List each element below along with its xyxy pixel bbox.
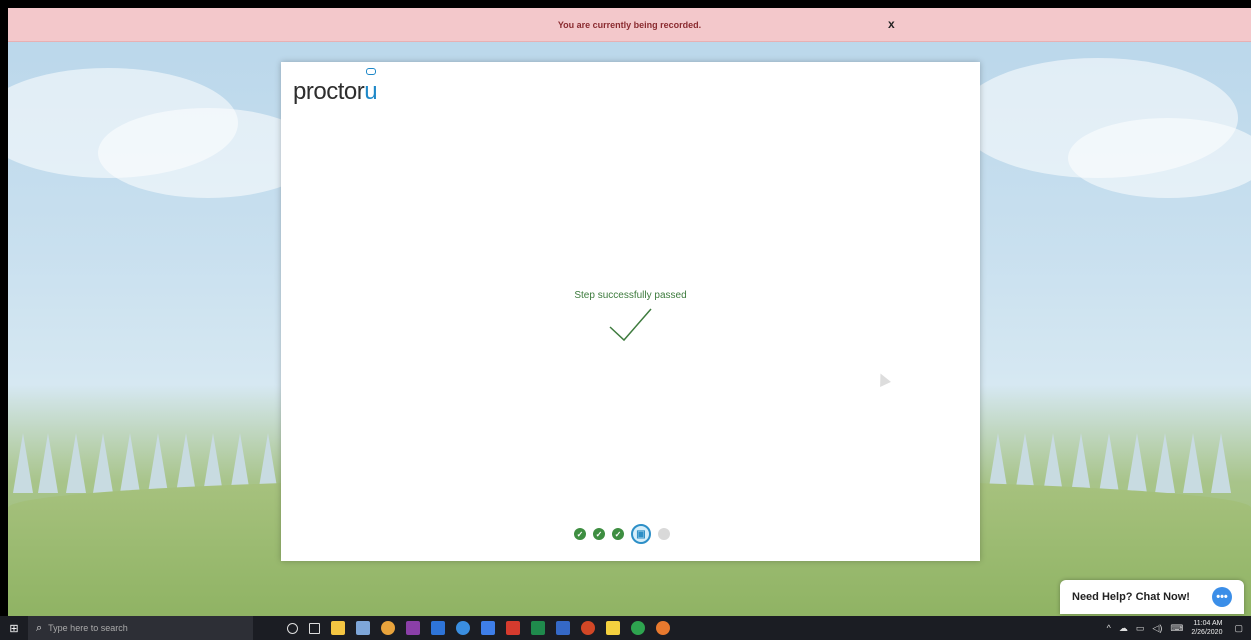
taskbar-clock[interactable]: 11:04 AM 2/26/2020 xyxy=(1191,619,1222,637)
network-icon[interactable]: ▭ xyxy=(1136,623,1145,634)
app-blue-icon[interactable] xyxy=(431,621,445,635)
step-2-complete-icon: ✓ xyxy=(593,528,605,540)
acrobat-icon[interactable] xyxy=(506,621,520,635)
clock-time: 11:04 AM xyxy=(1193,620,1223,627)
step-progress-indicator: ✓ ✓ ✓ ▣ xyxy=(574,524,670,544)
task-view-icon[interactable] xyxy=(309,622,320,634)
notifications-icon[interactable]: ▢ xyxy=(1234,623,1243,634)
step-1-complete-icon: ✓ xyxy=(574,528,586,540)
onenote-icon[interactable] xyxy=(406,621,420,635)
logo-text: proctor xyxy=(293,78,365,105)
hangouts-icon[interactable] xyxy=(631,621,645,635)
chat-label: Need Help? Chat Now! xyxy=(1072,591,1190,603)
owl-icon xyxy=(366,68,377,75)
app-circle-icon[interactable] xyxy=(456,621,470,635)
search-placeholder: Type here to search xyxy=(48,623,128,633)
system-tray: ^ ☁ ▭ ◁) ⌨ 11:04 AM 2/26/2020 ▢ xyxy=(1107,616,1251,640)
step-5-pending-icon xyxy=(658,528,670,540)
windows-start-icon[interactable]: ⊞ xyxy=(0,616,28,640)
sticky-notes-icon[interactable] xyxy=(606,621,620,635)
chat-bubble-icon: ••• xyxy=(1212,587,1232,607)
file-explorer-icon[interactable] xyxy=(331,621,345,635)
close-banner-button[interactable]: x xyxy=(888,17,895,31)
cortana-icon[interactable] xyxy=(287,622,298,634)
todo-icon[interactable] xyxy=(481,621,495,635)
clock-date: 2/26/2020 xyxy=(1191,629,1223,636)
step-status-text: Step successfully passed xyxy=(574,290,687,301)
step-4-current-id-card-icon: ▣ xyxy=(631,524,651,544)
keyboard-icon[interactable]: ⌨ xyxy=(1170,623,1183,634)
recording-banner: You are currently being recorded. x xyxy=(8,8,1251,42)
windows-taskbar: ⊞ ⌕ Type here to search ^ ☁ ▭ ◁) ⌨ 11:04… xyxy=(0,616,1251,640)
powerpoint-icon[interactable] xyxy=(581,621,595,635)
tree-line-left xyxy=(8,403,288,493)
step-3-complete-icon: ✓ xyxy=(612,528,624,540)
proctoru-logo: proctor u xyxy=(293,68,378,106)
tree-line-right xyxy=(983,403,1251,493)
success-checkmark-icon xyxy=(609,308,652,342)
taskbar-pinned-apps xyxy=(287,616,681,640)
logo-u-letter: u xyxy=(364,78,378,105)
excel-icon[interactable] xyxy=(531,621,545,635)
proctor-modal: proctor u Step successfully passed ✓ ✓ ✓ … xyxy=(281,62,980,561)
cloud xyxy=(1068,118,1251,198)
app-orange-icon[interactable] xyxy=(656,621,670,635)
search-icon: ⌕ xyxy=(36,621,43,634)
logo-u: u xyxy=(364,68,378,105)
word-icon[interactable] xyxy=(556,621,570,635)
onedrive-icon[interactable]: ☁ xyxy=(1119,623,1128,634)
taskbar-search-box[interactable]: ⌕ Type here to search xyxy=(28,616,253,640)
paint-icon[interactable] xyxy=(356,621,370,635)
chevron-up-icon[interactable]: ^ xyxy=(1107,623,1111,633)
volume-icon[interactable]: ◁) xyxy=(1152,623,1162,634)
chat-now-button[interactable]: Need Help? Chat Now! ••• xyxy=(1060,580,1244,614)
recording-message: You are currently being recorded. xyxy=(557,19,702,30)
chrome-icon[interactable] xyxy=(381,621,395,635)
